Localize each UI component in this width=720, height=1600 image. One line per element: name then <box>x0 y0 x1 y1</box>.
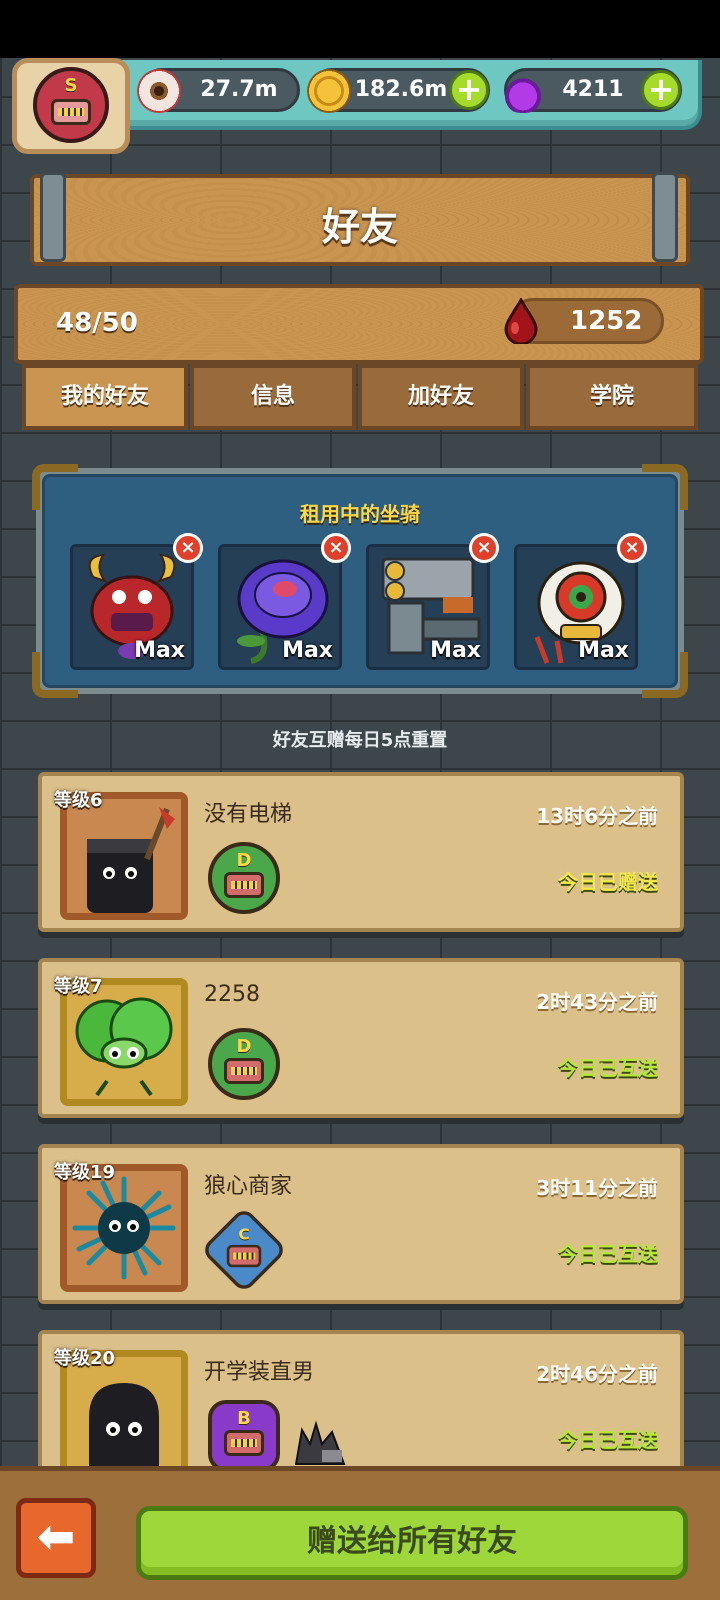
panel-corner <box>642 652 688 698</box>
friend-rank-letter: B <box>237 1408 251 1429</box>
back-button[interactable]: ⬅ <box>16 1498 96 1578</box>
eyeball-value: 27.7m <box>200 77 278 102</box>
remove-mount-button[interactable]: × <box>617 533 647 563</box>
potion-value: 4211 <box>562 77 624 102</box>
mount-slot[interactable]: × Max <box>514 533 647 670</box>
friend-last-online: 13时6分之前 <box>536 804 658 828</box>
blood-value: 1252 <box>570 306 643 336</box>
mounts-title: 租用中的坐骑 <box>300 502 420 526</box>
friend-card[interactable]: 等级19 狼心商家 3时11分之前 今日已互送 C <box>38 1144 684 1304</box>
player-rank-letter: S <box>64 75 78 96</box>
eyeball-icon <box>137 69 181 113</box>
plank-bolt-left <box>40 172 66 262</box>
friend-rank-badge: D <box>208 1028 280 1100</box>
friend-rank-letter: C <box>238 1225 250 1244</box>
rank-face <box>224 1430 264 1456</box>
gift-status: 今日已互送 <box>558 1428 658 1452</box>
mount-level: Max <box>134 638 185 663</box>
daily-reset-note: 好友互赠每日5点重置 <box>272 730 448 751</box>
mount-mini-icon <box>294 1420 346 1465</box>
friend-rank-letter: D <box>236 1036 252 1057</box>
add-potion-button[interactable]: + <box>641 70 681 110</box>
remove-mount-button[interactable]: × <box>173 533 203 563</box>
mount-slot[interactable]: × Max <box>366 533 499 670</box>
friend-count: 48/50 <box>56 308 138 338</box>
plank-bolt-right <box>652 172 678 262</box>
rank-face <box>224 1058 264 1084</box>
gold-coin-icon <box>307 69 351 113</box>
friend-last-online: 2时46分之前 <box>536 1362 658 1386</box>
friend-level: 等级6 <box>54 790 103 811</box>
gold-value: 182.6m <box>354 77 448 102</box>
friend-level: 等级19 <box>54 1162 116 1183</box>
rank-face <box>224 872 264 898</box>
lettuce-monster-icon <box>75 997 173 1097</box>
friend-rank-badge: D <box>208 842 280 914</box>
gift-all-friends-button[interactable]: 赠送给所有好友 <box>136 1506 688 1580</box>
friend-rank-badge: B <box>208 1400 280 1472</box>
page-title: 好友 <box>321 205 398 249</box>
player-rank-badge[interactable]: S <box>12 58 130 154</box>
friend-card[interactable]: 等级6 没有电梯 13时6分之前 今日已赠送 D <box>38 772 684 932</box>
remove-mount-button[interactable]: × <box>321 533 351 563</box>
gift-status: 今日已赠送 <box>558 870 658 894</box>
mount-level: Max <box>282 638 333 663</box>
mount-level: Max <box>430 638 481 663</box>
black-blob-with-axe-icon <box>87 807 175 913</box>
friend-rank-letter: D <box>236 850 252 871</box>
gold-resource: 182.6m + <box>307 68 490 113</box>
rank-face <box>51 99 91 125</box>
rank-face <box>226 1244 262 1268</box>
player-rank-icon: S <box>33 67 109 143</box>
friend-level: 等级20 <box>54 1348 116 1369</box>
potion-icon <box>501 69 545 113</box>
mount-slot[interactable]: × Max <box>70 533 203 670</box>
friend-name: 开学装直男 <box>204 1360 315 1385</box>
tab-messages[interactable]: 信息 <box>190 364 356 430</box>
blood-drop-icon <box>504 298 538 344</box>
gift-status: 今日已互送 <box>558 1056 658 1080</box>
friend-rank-badge: C <box>200 1206 288 1294</box>
friend-name: 狼心商家 <box>204 1174 293 1199</box>
tab-add-friend[interactable]: 加好友 <box>358 364 524 430</box>
friend-name: 2258 <box>204 982 260 1007</box>
friend-card[interactable]: 等级7 2258 2时43分之前 今日已互送 D <box>38 958 684 1118</box>
tab-academy[interactable]: 学院 <box>526 364 698 430</box>
back-arrow-icon: ⬅ <box>36 1509 76 1563</box>
friend-last-online: 3时11分之前 <box>536 1176 658 1200</box>
friend-last-online: 2时43分之前 <box>536 990 658 1014</box>
tab-my-friends[interactable]: 我的好友 <box>22 364 188 430</box>
eyeball-resource: 27.7m <box>137 68 300 113</box>
remove-mount-button[interactable]: × <box>469 533 499 563</box>
title-plank: 好友 <box>30 174 690 266</box>
mount-slot[interactable]: × Max <box>218 533 351 670</box>
black-blob-icon <box>89 1383 159 1471</box>
blue-spiky-ball-icon <box>72 1176 176 1280</box>
add-gold-button[interactable]: + <box>449 70 489 110</box>
friend-name: 没有电梯 <box>204 802 293 827</box>
friend-level: 等级7 <box>54 976 103 997</box>
potion-resource: 4211 + <box>501 68 682 113</box>
mount-level: Max <box>578 638 629 663</box>
rented-mounts-panel: 租用中的坐骑 × Max × Max × Max × Max <box>32 464 688 698</box>
gift-status: 今日已互送 <box>558 1242 658 1266</box>
resource-bar: 27.7m 182.6m + 4211 + <box>108 60 702 130</box>
status-bar <box>0 0 720 58</box>
